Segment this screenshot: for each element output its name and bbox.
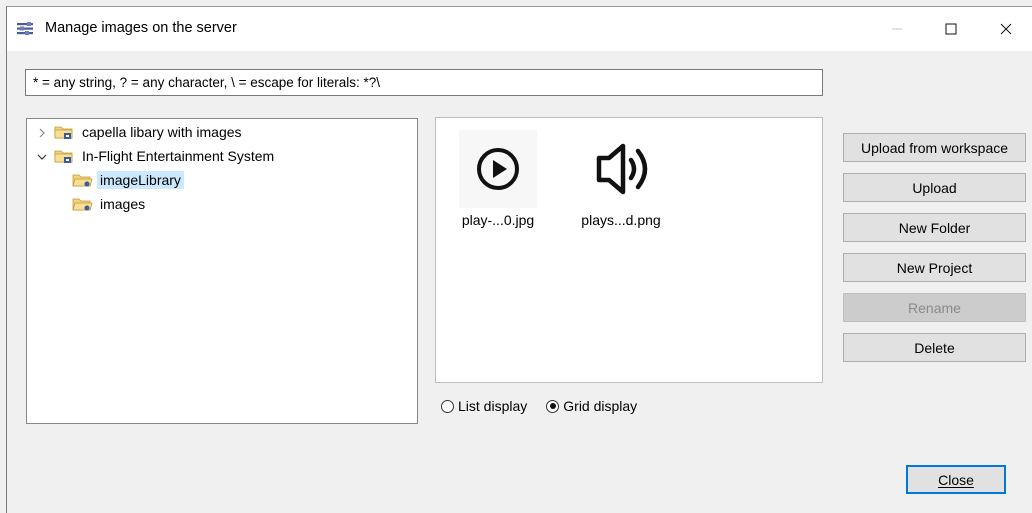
title-bar: Manage images on the server xyxy=(7,7,1032,51)
rename-button: Rename xyxy=(843,293,1026,322)
grid-item-caption: plays...d.png xyxy=(581,212,661,228)
grid-item[interactable]: plays...d.png xyxy=(571,130,671,228)
app-icon xyxy=(16,21,38,37)
tree-item-label: images xyxy=(100,196,146,212)
chevron-right-icon[interactable] xyxy=(36,126,48,138)
grid-display-radio[interactable]: Grid display xyxy=(546,398,637,414)
new-folder-button[interactable]: New Folder xyxy=(843,213,1026,242)
upload-from-workspace-button[interactable]: Upload from workspace xyxy=(843,133,1026,162)
grid-item[interactable]: play-...0.jpg xyxy=(448,130,548,228)
chevron-down-icon[interactable] xyxy=(36,150,48,162)
window-title: Manage images on the server xyxy=(45,20,237,36)
tree-item-imagelibrary[interactable]: imageLibrary xyxy=(72,169,184,191)
display-mode-group: List display Grid display xyxy=(441,398,656,414)
close-button[interactable]: Close xyxy=(906,465,1006,494)
radio-label: Grid display xyxy=(563,398,638,414)
tree-item-images[interactable]: images xyxy=(72,193,145,215)
project-folder-icon xyxy=(54,148,76,164)
folder-icon xyxy=(72,196,94,212)
tree-item-capella-library[interactable]: capella libary with images xyxy=(36,121,242,143)
radio-label: List display xyxy=(458,398,528,414)
radio-checked-icon[interactable] xyxy=(546,399,560,413)
tree-item-ifes[interactable]: In-Flight Entertainment System xyxy=(36,145,274,167)
grid-item-caption: play-...0.jpg xyxy=(461,212,535,228)
radio-unchecked-icon[interactable] xyxy=(441,399,454,413)
delete-button[interactable]: Delete xyxy=(843,333,1026,362)
upload-button[interactable]: Upload xyxy=(843,173,1026,202)
play-circle-icon xyxy=(459,130,537,208)
list-display-radio[interactable]: List display xyxy=(441,398,527,414)
close-button-label: Close xyxy=(938,471,974,488)
minimize-button[interactable] xyxy=(874,7,920,51)
filter-input[interactable] xyxy=(25,69,823,96)
folder-icon xyxy=(72,172,94,188)
project-tree[interactable]: capella libary with images In-Flight Ent… xyxy=(26,118,418,424)
tree-item-label: In-Flight Entertainment System xyxy=(82,148,275,164)
tree-item-label: capella libary with images xyxy=(82,124,242,140)
image-grid[interactable]: play-...0.jpg plays...d.png xyxy=(435,117,823,383)
close-window-button[interactable] xyxy=(983,7,1029,51)
tree-item-label: imageLibrary xyxy=(97,171,184,189)
project-folder-icon xyxy=(54,124,76,140)
new-project-button[interactable]: New Project xyxy=(843,253,1026,282)
speaker-icon xyxy=(582,130,660,208)
maximize-button[interactable] xyxy=(928,7,974,51)
